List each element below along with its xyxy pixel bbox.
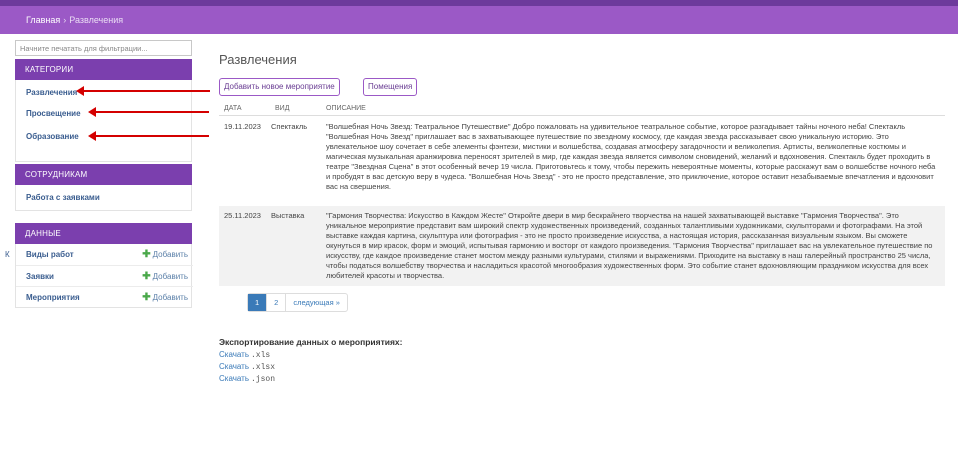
add-work-type-button[interactable]: ✚ Добавить <box>142 249 188 260</box>
row-description: "Волшебная Ночь Звезд: Театральное Путеш… <box>326 122 936 191</box>
pagination: 1 2 следующая » <box>247 293 348 312</box>
download-xls-link[interactable]: Скачать .xls <box>219 350 270 360</box>
page-1-button[interactable]: 1 <box>248 294 268 311</box>
header-bar <box>0 6 958 34</box>
top-bar: Главная › Развлечения <box>0 0 958 40</box>
arrow-head-icon <box>76 86 84 96</box>
add-label: Добавить <box>152 293 188 302</box>
left-edge-mark: К <box>5 250 10 259</box>
annotation-arrow-3 <box>88 131 209 141</box>
plus-icon: ✚ <box>142 292 151 303</box>
data-row-events: Мероприятия ✚ Добавить <box>16 286 193 307</box>
page-2-button[interactable]: 2 <box>267 294 287 311</box>
row-date: 19.11.2023 <box>224 122 261 131</box>
data-row-work-types: Виды работ ✚ Добавить <box>16 244 193 265</box>
categories-box: Развлечения Просвещение Образование <box>15 80 192 162</box>
table-row: 25.11.2023 Выставка "Гармония Творчества… <box>219 206 945 286</box>
sidebar-filter-input[interactable] <box>15 40 192 56</box>
add-event-button[interactable]: Добавить новое мероприятие <box>219 78 340 96</box>
rooms-button[interactable]: Помещения <box>363 78 418 96</box>
sidebar-item-events[interactable]: Мероприятия <box>26 293 80 302</box>
add-request-button[interactable]: ✚ Добавить <box>142 271 188 282</box>
export-title: Экспортирование данных о мероприятиях: <box>219 337 403 347</box>
sidebar-item-work-types[interactable]: Виды работ <box>26 250 74 259</box>
add-label: Добавить <box>152 250 188 259</box>
sidebar-item-requests[interactable]: Заявки <box>26 272 54 281</box>
column-header-kind: ВИД <box>275 105 290 112</box>
table-header: ДАТА ВИД ОПИСАНИЕ <box>219 100 945 116</box>
arrow-head-icon <box>88 131 96 141</box>
data-header: ДАННЫЕ <box>15 223 192 244</box>
plus-icon: ✚ <box>142 271 151 282</box>
download-label: Скачать <box>219 374 249 383</box>
format-xls: .xls <box>251 351 271 360</box>
row-kind: Спектакль <box>271 122 308 131</box>
data-box: Виды работ ✚ Добавить Заявки ✚ Добавить Ме… <box>15 244 193 308</box>
download-label: Скачать <box>219 362 249 371</box>
breadcrumb-home-link[interactable]: Главная <box>26 15 60 25</box>
row-date: 25.11.2023 <box>224 211 261 220</box>
data-row-requests: Заявки ✚ Добавить <box>16 265 193 286</box>
staff-box: Работа с заявками <box>15 185 192 211</box>
breadcrumb-current: Развлечения <box>69 15 124 25</box>
sidebar-item-education[interactable]: Образование <box>26 132 79 141</box>
download-json-link[interactable]: Скачать .json <box>219 374 275 384</box>
sidebar-item-enlightenment[interactable]: Просвещение <box>26 109 81 118</box>
add-event-sidebar-button[interactable]: ✚ Добавить <box>142 292 188 303</box>
annotation-arrow-1 <box>76 86 210 96</box>
next-page-button[interactable]: следующая » <box>286 294 347 311</box>
download-label: Скачать <box>219 350 249 359</box>
row-kind: Выставка <box>271 211 305 220</box>
sidebar-item-entertainment[interactable]: Развлечения <box>26 88 77 97</box>
staff-header: СОТРУДНИКАМ <box>15 164 192 185</box>
row-description: "Гармония Творчества: Искусство в Каждом… <box>326 211 933 280</box>
column-header-description: ОПИСАНИЕ <box>326 105 366 112</box>
plus-icon: ✚ <box>142 249 151 260</box>
arrow-head-icon <box>88 107 96 117</box>
add-label: Добавить <box>152 272 188 281</box>
column-header-date: ДАТА <box>224 105 242 112</box>
format-json: .json <box>251 375 276 384</box>
format-xlsx: .xlsx <box>251 363 276 372</box>
breadcrumb-separator: › <box>63 15 67 25</box>
annotation-arrow-2 <box>88 107 209 117</box>
categories-header: КАТЕГОРИИ <box>15 59 192 80</box>
sidebar-item-requests-work[interactable]: Работа с заявками <box>26 193 100 202</box>
table-row: 19.11.2023 Спектакль "Волшебная Ночь Зве… <box>219 117 945 206</box>
page-title: Развлечения <box>219 52 297 67</box>
breadcrumb: Главная › Развлечения <box>26 15 123 25</box>
download-xlsx-link[interactable]: Скачать .xlsx <box>219 362 275 372</box>
